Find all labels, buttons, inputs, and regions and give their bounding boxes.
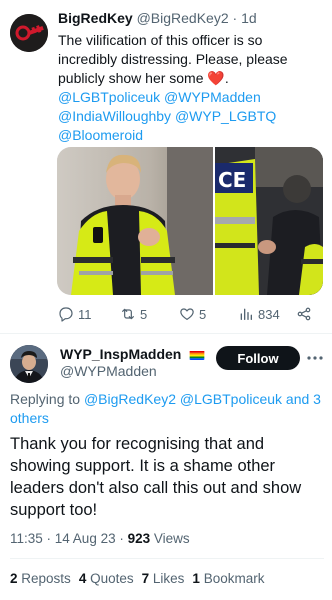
red-key-avatar-image [10,14,48,52]
author-handle[interactable]: @BigRedKey2 [137,10,229,26]
timestamp[interactable]: 1d [241,10,257,26]
heart-emoji: ❤️ [207,70,225,86]
officer-avatar-image [10,345,48,383]
views-label: Views [153,531,190,546]
reposts-count: 2 [10,571,18,586]
meta-divider [10,558,324,559]
likes-label: Likes [152,571,185,586]
mention-link[interactable]: @LGBTpoliceuk [180,391,282,407]
more-icon [307,356,323,360]
author-name[interactable]: WYP_InspMadden [60,346,181,362]
quotes-stat[interactable]: 4 Quotes [79,571,134,586]
quotes-count: 4 [78,571,87,586]
tweet-text: The vilification of this officer is so i… [58,31,324,145]
mention-link[interactable]: @BigRedKey2 [84,391,176,407]
mention-link[interactable]: @WYPMadden [164,89,261,105]
likes-count: 7 [141,571,150,586]
views-count: 834 [258,306,280,322]
media-photo-officers[interactable]: CE [215,147,323,295]
reposts-label: Reposts [21,571,71,586]
author-name-row: WYP_InspMadden [60,346,205,362]
police-vest-photo-image: CE [215,147,323,295]
tweet-time[interactable]: 11:35 [10,531,43,546]
quotes-label: Quotes [90,571,134,586]
like-count: 5 [199,306,207,322]
views-button[interactable]: 834 [238,303,280,325]
mention-link[interactable]: @Bloomeroid [58,127,143,143]
reply-count: 11 [78,306,92,322]
svg-text:CE: CE [218,168,246,192]
tweet-meta: 11:35 · 14 Aug 23 · 923 Views [10,531,190,546]
retweet-count: 5 [140,306,148,322]
replying-to-prefix: Replying to [10,391,81,407]
avatar[interactable] [10,345,48,383]
replying-to: Replying to @BigRedKey2 @LGBTpoliceuk an… [10,390,324,428]
media-photo-officer[interactable] [57,147,213,295]
separator-dot: · [232,10,238,26]
likes-stat[interactable]: 7 Likes [142,571,185,586]
retweet-icon [122,308,134,320]
reposts-stat[interactable]: 2 Reposts [10,571,71,586]
officer-photo-image [57,147,213,295]
tweet-divider [0,333,332,334]
tweet-thread: BigRedKey @BigRedKey2 · 1d The vilificat… [0,0,332,600]
replying-and: and [285,391,310,407]
mention-link[interactable]: @LGBTpoliceuk [58,89,160,105]
rainbow-flag-icon [189,349,205,360]
like-icon [180,308,194,320]
tweet-header: BigRedKey @BigRedKey2 · 1d [58,10,257,26]
avatar[interactable] [10,14,48,52]
mention-link[interactable]: @IndiaWilloughby [58,108,171,124]
reply-button[interactable]: 11 [58,303,92,325]
tweet-stats: 2 Reposts 4 Quotes 7 Likes 1 Bookmark [10,571,264,586]
author-handle[interactable]: @WYPMadden [60,363,157,379]
tweet-text: Thank you for recognising that and showi… [10,435,302,519]
tweet-date[interactable]: 14 Aug 23 [55,531,116,546]
more-options-button[interactable] [306,350,324,366]
tweet-bigredkey[interactable]: BigRedKey @BigRedKey2 · 1d The vilificat… [0,0,332,322]
share-button[interactable] [296,303,312,325]
tweet-text-main: The vilification of this officer is so i… [58,32,288,86]
bookmarks-stat[interactable]: 1 Bookmark [192,571,264,586]
bookmarks-label: Bookmark [203,571,265,586]
tweet-actions: 11 5 5 834 [58,303,324,325]
tweet-media[interactable]: CE [57,147,323,295]
views-icon [240,308,252,320]
author-name[interactable]: BigRedKey [58,10,133,26]
mention-link[interactable]: @WYP_LGBTQ [175,108,276,124]
like-button[interactable]: 5 [179,303,206,325]
bookmarks-count: 1 [192,571,200,586]
reply-icon [59,307,73,322]
tweet-text-end: . [224,70,229,86]
retweet-button[interactable]: 5 [120,303,147,325]
follow-button[interactable]: Follow [216,346,300,370]
views-count: 923 [127,531,151,546]
share-icon [297,307,311,321]
